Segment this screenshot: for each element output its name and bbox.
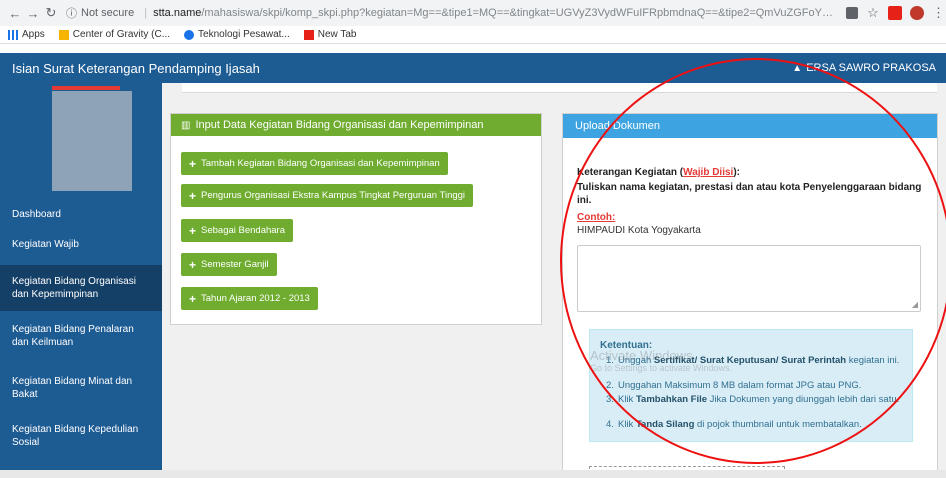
keterangan-label-text: Keterangan Kegiatan ( (577, 167, 684, 178)
rule-text: Unggahan Maksimum 8 MB dalam format JPG … (618, 380, 862, 391)
bookmark-new-tab[interactable]: New Tab (303, 29, 357, 40)
main-content: ▥ Input Data Kegiatan Bidang Organisasi … (162, 83, 946, 478)
activation-watermark-hint: Go to Settings to activate Windows. (590, 363, 733, 373)
plus-icon: + (189, 188, 197, 203)
button-label: Tambah Kegiatan Bidang Organisasi dan Ke… (201, 158, 440, 169)
bookmark-label: Center of Gravity (C... (72, 29, 171, 40)
bookmark-label: New Tab (317, 29, 357, 40)
not-secure-label: Not secure (81, 7, 135, 19)
user-menu[interactable]: ▲ ERSA SAWRO PRAKOSA (792, 62, 936, 74)
bookmarks-bar: Apps Center of Gravity (C... Teknologi P… (0, 26, 946, 44)
rule-item: 2. Unggahan Maksimum 8 MB dalam format J… (606, 380, 908, 391)
sidebar-item-dashboard[interactable]: Dashboard (0, 203, 162, 225)
sidebar-item-penalaran[interactable]: Kegiatan Bidang Penalaran dan Keilmuan (0, 319, 162, 353)
rule-item: 3. Klik Tambahkan File Jika Dokumen yang… (606, 394, 908, 405)
role-button[interactable]: + Sebagai Bendahara (181, 219, 294, 242)
upload-panel-header: Upload Dokumen (563, 114, 937, 138)
bookmark-center-of-gravity[interactable]: Center of Gravity (C... (58, 29, 171, 40)
button-label: Pengurus Organisasi Ekstra Kampus Tingka… (201, 190, 466, 201)
resize-handle-icon[interactable]: ◢ (912, 300, 918, 309)
plus-icon: + (189, 257, 197, 272)
rule-bold: Tambahkan File (635, 394, 708, 405)
sidebar-item-organisasi[interactable]: Kegiatan Bidang Organisasi dan Kepemimpi… (0, 265, 162, 311)
bookmark-icon (58, 29, 69, 40)
address-separator: | (144, 7, 148, 19)
apps-icon (8, 29, 18, 40)
bookmark-label: Apps (22, 29, 45, 40)
avatar-accent (52, 86, 120, 90)
rule-text: Klik (618, 419, 636, 430)
sidebar-item-label: Kegiatan Bidang Minat dan Bakat (12, 376, 133, 400)
button-label: Semester Ganjil (201, 259, 269, 270)
bookmark-apps[interactable]: Apps (8, 29, 45, 40)
back-icon[interactable]: ← (6, 6, 24, 21)
plus-icon: + (189, 223, 197, 238)
keterangan-label: Keterangan Kegiatan (Wajib Diisi): (577, 167, 740, 178)
translate-icon[interactable] (846, 7, 858, 19)
plus-icon: + (189, 156, 197, 171)
info-icon[interactable]: ⓘ (66, 5, 77, 21)
rule-text: di pojok thumbnail untuk membatalkan. (694, 419, 862, 430)
rule-text: kegiatan ini. (846, 355, 900, 366)
browser-toolbar: ← → ↻ ⓘ Not secure | stta.name /mahasisw… (0, 0, 946, 26)
add-activity-button[interactable]: + Tambah Kegiatan Bidang Organisasi dan … (181, 152, 448, 175)
sidebar-item-kepedulian-sosial[interactable]: Kegiatan Bidang Kepedulian Sosial (0, 419, 162, 453)
example-value: HIMPAUDI Kota Yogyakarta (577, 225, 701, 236)
keterangan-label-suffix: ): (733, 167, 741, 178)
user-icon: ▲ (792, 62, 803, 74)
rule-number: 2. (606, 380, 614, 391)
rule-bold: Tanda Silang (635, 419, 695, 430)
youtube-icon (303, 29, 314, 40)
user-name: ERSA SAWRO PRAKOSA (806, 62, 936, 74)
input-panel-title: Input Data Kegiatan Bidang Organisasi da… (195, 119, 484, 131)
upload-panel-title: Upload Dokumen (575, 120, 660, 132)
sidebar-item-label: Kegiatan Bidang Kepedulian Sosial (12, 424, 139, 448)
button-label: Tahun Ajaran 2012 - 2013 (201, 293, 310, 304)
example-label: Contoh: (577, 212, 616, 223)
rules-info-box: Ketentuan: 1. Unggah Sertifikat/ Surat K… (589, 329, 913, 442)
plus-icon: + (189, 291, 197, 306)
star-icon[interactable]: ☆ (866, 6, 880, 20)
sidebar-item-label: Kegiatan Bidang Penalaran dan Keilmuan (12, 324, 134, 348)
keterangan-description: Tuliskan nama kegiatan, prestasi dan ata… (577, 182, 922, 206)
avatar (52, 91, 132, 191)
input-panel-header: ▥ Input Data Kegiatan Bidang Organisasi … (171, 114, 541, 136)
extension-icon[interactable] (888, 6, 902, 20)
sidebar-item-kegiatan-wajib[interactable]: Kegiatan Wajib (0, 231, 162, 257)
rule-text: Klik (618, 394, 636, 405)
bookmark-label: Teknologi Pesawat... (198, 29, 290, 40)
url-host: stta.name (153, 7, 202, 19)
academic-year-button[interactable]: + Tahun Ajaran 2012 - 2013 (181, 287, 318, 310)
button-label: Sebagai Bendahara (201, 225, 286, 236)
horizontal-scrollbar[interactable] (0, 470, 946, 478)
rule-number: 4. (606, 419, 614, 430)
app-title: Isian Surat Keterangan Pendamping Ijasah (12, 60, 260, 76)
more-menu-icon[interactable]: ⋮ (932, 6, 945, 20)
sidebar: Dashboard Kegiatan Wajib Kegiatan Bidang… (0, 83, 162, 478)
bookmark-teknologi-pesawat[interactable]: Teknologi Pesawat... (184, 29, 290, 40)
bar-chart-icon: ▥ (181, 119, 191, 131)
sidebar-item-label: Kegiatan Bidang Organisasi dan Kepemimpi… (12, 276, 136, 300)
upload-panel: Upload Dokumen Keterangan Kegiatan (Waji… (562, 113, 938, 478)
top-strip (182, 83, 937, 93)
activation-watermark: Activate Windows (590, 348, 693, 363)
rule-text: Jika Dokumen yang diunggah lebih dari sa… (707, 394, 900, 405)
app-header: Isian Surat Keterangan Pendamping Ijasah… (0, 53, 946, 83)
sidebar-item-label: Kegiatan Wajib (12, 238, 79, 250)
profile-avatar-icon[interactable] (910, 6, 924, 20)
organization-button[interactable]: + Pengurus Organisasi Ekstra Kampus Ting… (181, 184, 474, 207)
reload-icon[interactable]: ↻ (42, 5, 60, 21)
url-path: /mahasiswa/skpi/komp_skpi.php?kegiatan=M… (201, 7, 838, 19)
globe-icon (184, 29, 195, 40)
sidebar-item-minat-bakat[interactable]: Kegiatan Bidang Minat dan Bakat (0, 371, 162, 405)
semester-button[interactable]: + Semester Ganjil (181, 253, 277, 276)
address-bar[interactable]: ⓘ Not secure | stta.name /mahasiswa/skpi… (66, 3, 838, 23)
sidebar-item-label: Dashboard (12, 208, 61, 220)
keterangan-textarea[interactable]: ◢ (577, 245, 921, 312)
forward-icon[interactable]: → (24, 6, 42, 21)
rule-number: 3. (606, 394, 614, 405)
rule-item: 4. Klik Tanda Silang di pojok thumbnail … (606, 419, 908, 430)
required-link[interactable]: Wajib Diisi (683, 167, 733, 178)
input-panel: ▥ Input Data Kegiatan Bidang Organisasi … (170, 113, 542, 325)
